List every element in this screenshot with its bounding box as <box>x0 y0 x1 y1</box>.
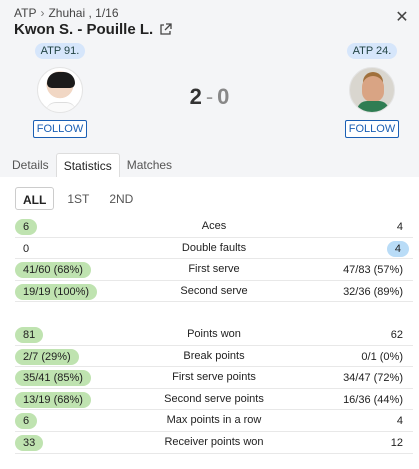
stat-row: Second serve points 13/19 (68%) 16/36 (44%… <box>15 389 413 411</box>
stat-row: Max points in a row 6 4 <box>15 410 413 432</box>
breadcrumb-tour[interactable]: ATP <box>14 6 36 20</box>
score-home: 2 <box>189 84 202 109</box>
player-away-avatar[interactable] <box>349 67 395 113</box>
breadcrumb-separator: › <box>40 6 45 20</box>
stat-row: Receiver points won 33 12 <box>15 432 413 454</box>
stats-table: Aces 6 4 Double faults 0 4 First serve 41/60 (6… <box>15 216 413 454</box>
stat-label: Max points in a row <box>166 414 262 427</box>
stat-away-value: 4 <box>396 221 403 233</box>
stat-home-value: 0 <box>23 242 30 255</box>
stat-label: Points won <box>187 327 241 340</box>
tab-details[interactable]: Details <box>5 153 56 177</box>
stat-away-cell: 34/47 (72%) <box>343 370 409 386</box>
stat-away-value: 34/47 (72%) <box>343 372 403 385</box>
stat-away-cell: 12 <box>391 435 409 451</box>
period-1st[interactable]: 1ST <box>60 187 96 210</box>
stat-label: Aces <box>201 220 227 232</box>
stat-row: First serve 41/60 (68%) 47/83 (57%) <box>15 259 413 281</box>
stat-row: Aces 6 4 <box>15 216 413 238</box>
stat-away-cell: 4 <box>397 219 409 235</box>
stat-away-cell: 4 <box>397 413 409 429</box>
close-icon[interactable]: ✕ <box>395 10 409 26</box>
stat-away-cell: 32/36 (89%) <box>343 284 409 300</box>
stat-row: Break points 2/7 (29%) 0/1 (0%) <box>15 346 413 368</box>
stat-home-cell: 81 <box>15 326 44 343</box>
stat-away-value: 12 <box>390 436 403 449</box>
follow-home-button[interactable]: FOLLOW <box>32 120 88 138</box>
stat-away-value: 32/36 (89%) <box>343 285 403 298</box>
breadcrumb: ATP › Zhuhai , 1/16 <box>14 6 119 20</box>
stat-home-cell: 19/19 (100%) <box>15 283 98 300</box>
stat-away-value: 62 <box>390 328 403 341</box>
stat-away-cell: 62 <box>391 327 409 343</box>
stat-away-cell: 0/1 (0%) <box>361 349 409 365</box>
stat-home-cell: 2/7 (29%) <box>15 348 79 365</box>
stat-home-cell: 41/60 (68%) <box>15 262 91 279</box>
period-all[interactable]: ALL <box>15 187 55 210</box>
stat-home-value: 41/60 (68%) <box>15 262 91 279</box>
tab-statistics[interactable]: Statistics <box>55 153 120 177</box>
stat-home-cell: 13/19 (68%) <box>15 391 91 408</box>
stat-label: Receiver points won <box>164 435 264 448</box>
stat-row: Double faults 0 4 <box>15 238 413 260</box>
match-title: Kwon S. - Pouille L. <box>14 21 172 38</box>
stat-away-value: 4 <box>386 240 409 257</box>
stat-away-value: 0/1 (0%) <box>361 350 403 363</box>
player-away-rank: ATP 24. <box>346 43 398 59</box>
player-away: ATP 24. FOLLOW <box>339 41 405 138</box>
stat-away-value: 4 <box>396 415 403 428</box>
stat-home-cell: 35/41 (85%) <box>15 370 91 387</box>
stat-home-value: 6 <box>15 219 38 235</box>
stat-home-value: 13/19 (68%) <box>15 391 91 408</box>
follow-away-button[interactable]: FOLLOW <box>344 120 400 138</box>
stat-row: Second serve 19/19 (100%) 32/36 (89%) <box>15 281 413 303</box>
match-title-text: Kwon S. - Pouille L. <box>14 21 154 38</box>
stat-home-cell: 6 <box>15 219 38 235</box>
tab-matches[interactable]: Matches <box>120 153 179 177</box>
stat-away-cell: 4 <box>386 240 409 257</box>
breadcrumb-event[interactable]: Zhuhai , 1/16 <box>48 6 118 20</box>
stat-home-value: 35/41 (85%) <box>15 370 91 387</box>
external-link-icon[interactable] <box>159 23 172 36</box>
player-home-rank: ATP 91. <box>34 43 86 59</box>
statistics-panel: ALL 1ST 2ND Aces 6 4 Double faults 0 4 First s… <box>8 177 413 469</box>
stat-home-value: 19/19 (100%) <box>15 283 98 300</box>
stat-label: Double faults <box>181 241 247 254</box>
stat-home-value: 6 <box>15 413 38 430</box>
match-tabs: Details Statistics Matches <box>0 153 419 177</box>
stat-home-value: 81 <box>15 326 44 343</box>
stat-home-cell: 0 <box>15 241 37 257</box>
score-away: 0 <box>217 84 230 109</box>
stat-row: First serve points 35/41 (85%) 34/47 (72%) <box>15 367 413 389</box>
stat-row: Points won 81 62 <box>15 324 413 346</box>
stat-home-value: 33 <box>15 434 44 451</box>
stat-home-cell: 6 <box>15 413 38 430</box>
stat-home-cell: 33 <box>15 434 44 451</box>
stat-away-cell: 16/36 (44%) <box>343 392 409 408</box>
stats-group-spacer <box>15 302 413 324</box>
stat-away-value: 47/83 (57%) <box>343 264 403 277</box>
score-separator: - <box>205 84 214 109</box>
match-header: ATP › Zhuhai , 1/16 Kwon S. - Pouille L. ✕… <box>0 0 419 153</box>
stat-home-value: 2/7 (29%) <box>15 348 79 365</box>
stat-away-value: 16/36 (44%) <box>343 393 403 406</box>
period-selector: ALL 1ST 2ND <box>15 187 146 210</box>
stat-away-cell: 47/83 (57%) <box>343 262 409 278</box>
period-2nd[interactable]: 2ND <box>102 187 140 210</box>
